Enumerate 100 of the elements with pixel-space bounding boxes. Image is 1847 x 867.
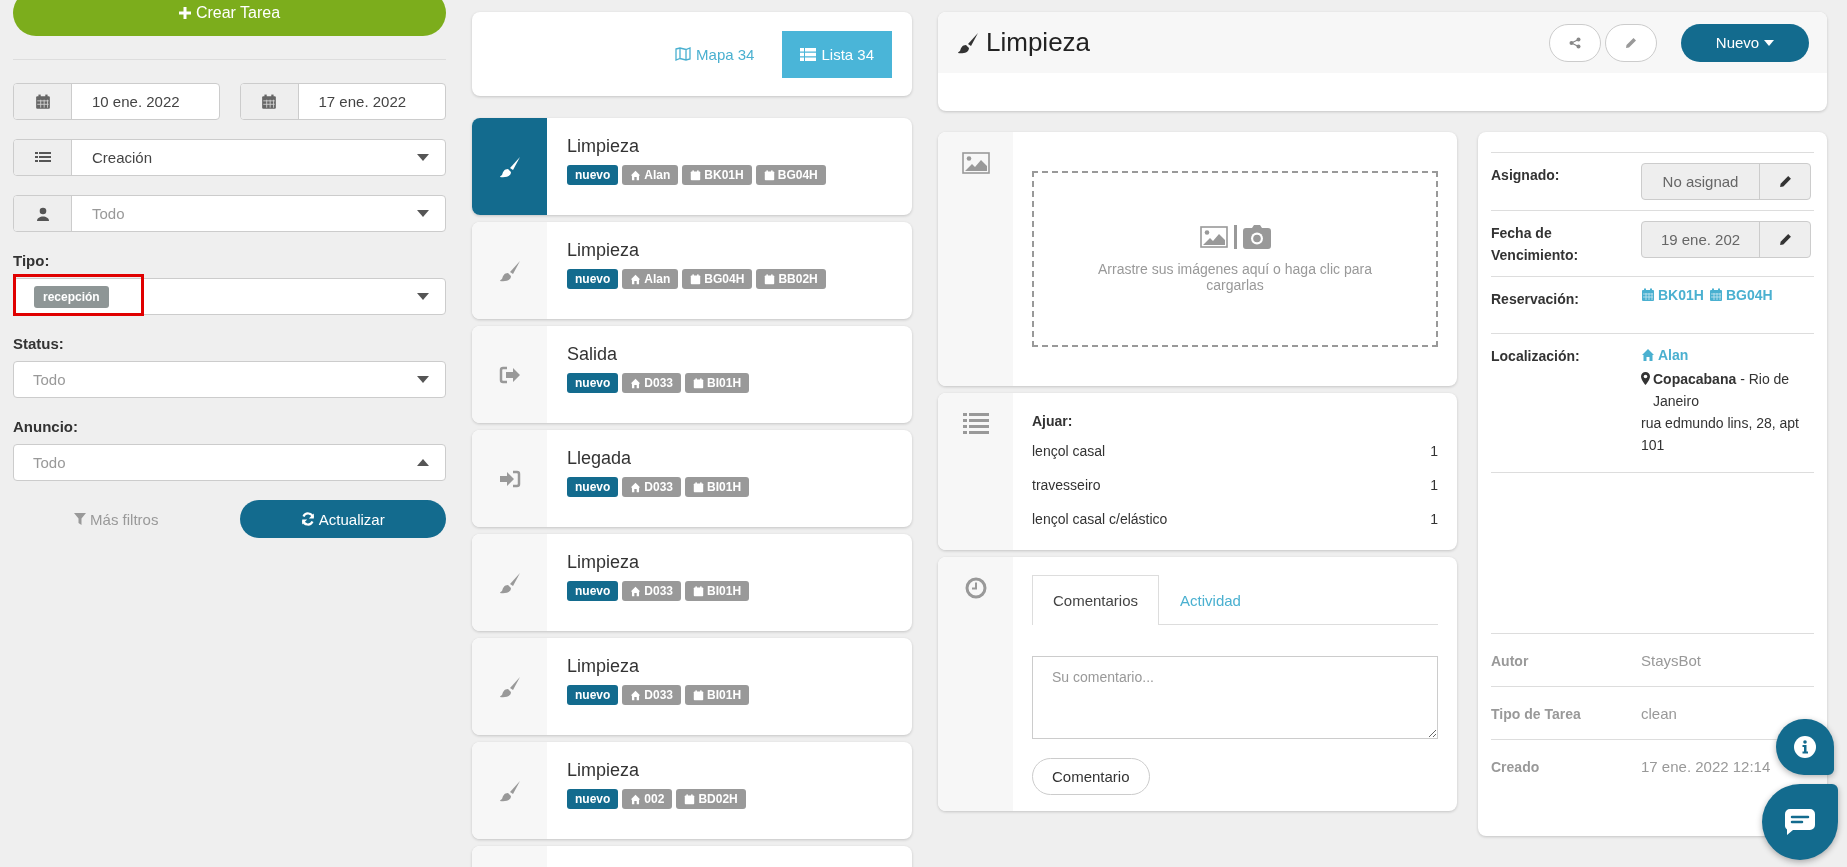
status-badge: nuevo [567, 477, 619, 497]
calendar-icon [763, 169, 775, 181]
calendar-icon [1708, 288, 1723, 302]
user-icon [36, 206, 49, 221]
task-title: Limpieza [567, 136, 641, 157]
field-value: No asignad [1642, 164, 1760, 199]
item-quantity: 1 [1430, 477, 1438, 493]
enter-icon [498, 468, 521, 489]
calendar-icon [693, 689, 705, 701]
item-name: lençol casal [1032, 443, 1106, 459]
comment-field[interactable]: Su comentario... [1032, 656, 1438, 739]
home-icon [630, 169, 642, 181]
calendar-icon [684, 793, 696, 805]
calendar-icon [34, 93, 51, 110]
date-to-field[interactable]: 17 ene. 2022 [239, 83, 446, 120]
field-label: Fecha de Vencimiento: [1491, 224, 1580, 265]
home-icon [630, 689, 642, 701]
edit-button[interactable] [1605, 23, 1657, 62]
upload-hint: Arrastre sus imágenes aquí o haga clic para cargarlas [1097, 261, 1373, 293]
meta-value: StaysBot [1641, 651, 1702, 669]
user-select[interactable]: Todo [13, 195, 446, 232]
order-select[interactable]: Creación [13, 139, 446, 176]
date-from-field[interactable]: 10 ene. 2022 [13, 83, 220, 120]
item-name: travesseiro [1032, 477, 1101, 493]
task-card[interactable]: Salida nuevo D033 BI01H [472, 326, 912, 423]
task-card[interactable]: Limpieza nuevo D033 BI01H [472, 638, 912, 735]
calendar-icon [693, 377, 705, 389]
home-icon [630, 585, 642, 597]
meta-value: 17 ene. 2022 12:14 [1641, 757, 1771, 775]
camera-icon [1242, 225, 1271, 249]
new-dropdown-button[interactable]: Nuevo [1681, 23, 1809, 62]
tag-text: BG04H [777, 168, 818, 182]
chat-button[interactable] [1762, 784, 1838, 860]
button-label: Crear Tarea [195, 4, 281, 22]
share-button[interactable] [1549, 23, 1601, 62]
pencil-icon [1625, 36, 1637, 49]
home-icon [630, 481, 642, 493]
clock-icon [964, 577, 987, 599]
task-card[interactable]: Limpieza nuevo D033 BI01H [472, 534, 912, 631]
share-icon [1569, 36, 1581, 49]
type-chip: recepción [34, 285, 109, 308]
task-card[interactable]: Limpieza nuevo Alan BG04H BB02H [472, 222, 912, 319]
meta-value: clean [1641, 704, 1677, 722]
field-label: Tipo: [13, 252, 51, 269]
task-title: Limpieza [567, 552, 641, 573]
list-icon [962, 413, 989, 434]
field-label: Reservación: [1491, 290, 1580, 309]
pencil-icon [1778, 175, 1792, 188]
select-placeholder: Todo [32, 371, 67, 388]
comment-button[interactable]: Comentario [1032, 758, 1150, 795]
task-card[interactable]: Llegada nuevo D033 BI01H [472, 430, 912, 527]
task-card[interactable]: Limpieza nuevo 002 BD02H [472, 742, 912, 839]
tab[interactable]: Comentarios [1032, 575, 1160, 625]
tag-text: D033 [644, 688, 674, 702]
filter-select[interactable]: Todo [13, 444, 446, 481]
tag-text: D033 [644, 376, 674, 390]
meta-label: Creado [1491, 757, 1541, 777]
task-title: Llegada [567, 448, 633, 469]
tag-text: BG04H [704, 272, 745, 286]
home-icon [630, 793, 642, 805]
tag-text: BK01H [704, 168, 744, 182]
status-badge: nuevo [567, 685, 619, 705]
list-icon [800, 47, 817, 61]
home-icon [1641, 348, 1655, 362]
field-label: Anuncio: [13, 418, 79, 435]
due-date-field[interactable]: 19 ene. 202 [1641, 221, 1811, 258]
image-drop-zone[interactable]: Arrastre sus imágenes aquí o haga clic para cargarlas [1032, 171, 1438, 347]
task-title: Salida [567, 344, 619, 365]
assignee-field[interactable]: No asignad [1641, 163, 1811, 200]
map-pin-icon [1641, 372, 1650, 385]
field-label: Localización: [1491, 347, 1581, 366]
tag-text: BI01H [707, 480, 742, 494]
item-quantity: 1 [1430, 443, 1438, 459]
filter-select[interactable]: Todo [13, 361, 446, 398]
field-label: Status: [13, 335, 65, 352]
tag-text: BB02H [778, 272, 818, 286]
status-badge: nuevo [567, 789, 619, 809]
date-value: 17 ene. 2022 [317, 93, 408, 110]
home-icon [630, 377, 642, 389]
calendar-icon [690, 273, 702, 285]
image-icon [961, 152, 990, 174]
status-badge: nuevo [567, 269, 619, 289]
list-icon [34, 150, 51, 165]
create-task-button[interactable]: Crear Tarea [13, 0, 446, 36]
select-value: Creación [91, 149, 154, 166]
task-card[interactable]: Limpieza nuevo Alan BK01H BG04H [472, 118, 912, 215]
refresh-button[interactable]: Actualizar [239, 500, 446, 538]
plus-icon [178, 7, 191, 19]
tag-text: BI01H [707, 584, 742, 598]
chat-icon [1785, 809, 1815, 835]
exit-icon [498, 364, 521, 385]
calendar-icon [690, 169, 702, 181]
caret-icon [1764, 39, 1775, 46]
status-badge: nuevo [567, 165, 619, 185]
tag-text: BD02H [698, 792, 738, 806]
task-title: Limpieza [567, 656, 641, 677]
select-placeholder: Todo [91, 205, 126, 222]
status-badge: nuevo [567, 581, 619, 601]
status-badge: nuevo [567, 373, 619, 393]
task-title: Limpieza [986, 27, 1092, 58]
